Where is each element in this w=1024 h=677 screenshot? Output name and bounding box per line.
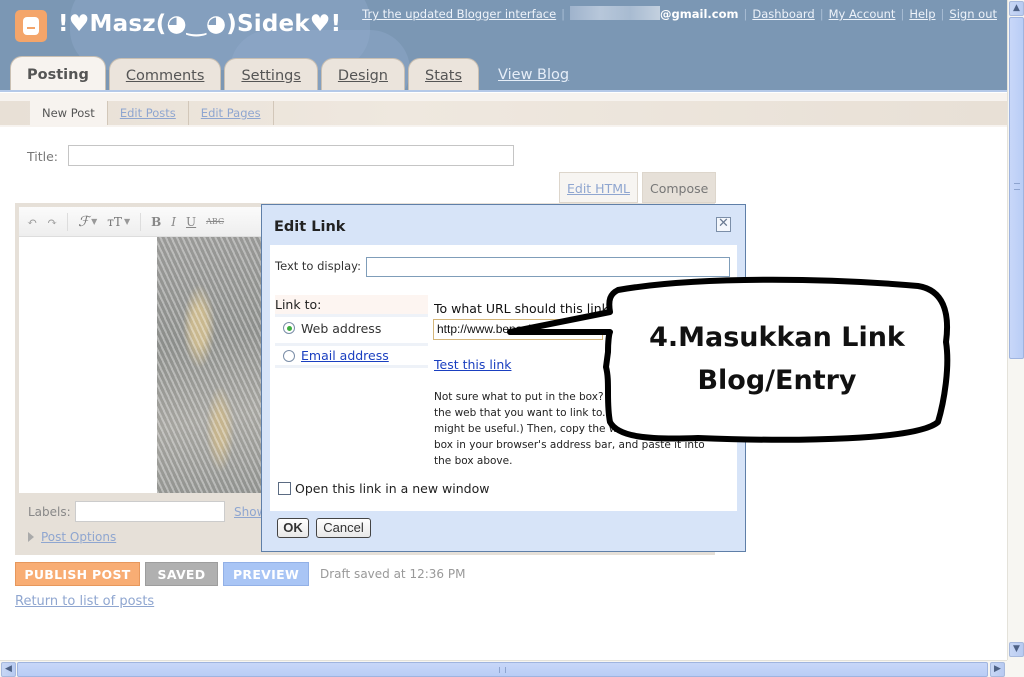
scroll-right-icon[interactable]: ▶ — [990, 662, 1005, 677]
editor-mode-tabs: Edit HTML Compose — [559, 172, 720, 203]
open-new-window-label[interactable]: Open this link in a new window — [295, 481, 489, 496]
return-to-posts-link[interactable]: Return to list of posts — [15, 594, 154, 609]
radio-unchecked-icon[interactable] — [283, 349, 295, 362]
edit-posts-link[interactable]: Edit Posts — [120, 106, 176, 120]
my-account-link[interactable]: My Account — [829, 7, 896, 21]
font-family-icon[interactable]: ℱ — [78, 214, 89, 230]
scroll-down-icon[interactable]: ▼ — [1009, 642, 1024, 657]
labels-label: Labels: — [28, 505, 71, 519]
compose-tab[interactable]: Compose — [641, 172, 717, 203]
scroll-up-icon[interactable]: ▲ — [1009, 1, 1024, 16]
subtab-new-post[interactable]: New Post — [30, 101, 108, 125]
tab-settings[interactable]: Settings — [224, 58, 318, 92]
tab-stats[interactable]: Stats — [408, 58, 480, 92]
strikethrough-icon[interactable]: ABC — [206, 217, 224, 226]
grip-icon — [1014, 183, 1020, 190]
open-new-window-option[interactable]: Open this link in a new window — [278, 481, 489, 496]
horizontal-scrollbar[interactable]: ◀ ▶ — [0, 660, 1007, 677]
test-this-link[interactable]: Test this link — [434, 357, 511, 372]
post-image[interactable] — [157, 237, 262, 493]
post-options-link[interactable]: Post Options — [41, 530, 116, 544]
font-size-icon[interactable]: тT — [107, 215, 122, 229]
vertical-scroll-thumb[interactable] — [1009, 17, 1024, 359]
cancel-button[interactable]: Cancel — [316, 518, 371, 538]
undo-icon[interactable]: ↶ — [27, 215, 37, 229]
redo-icon[interactable]: ↷ — [47, 215, 57, 229]
annotation-line-2: Blog/Entry — [697, 365, 857, 396]
labels-input[interactable] — [75, 501, 225, 522]
separator: | — [900, 7, 905, 21]
publish-post-button[interactable]: PUBLISH POST — [15, 562, 140, 586]
url-input[interactable]: http://www.benashaari.com/ — [433, 319, 603, 340]
annotation-text: 4.Masukkan Link Blog/Entry — [612, 316, 942, 402]
blogger-header: !♥Masz(◕‿◕)Sidek♥! Try the updated Blogg… — [0, 0, 1007, 92]
bold-icon[interactable]: B — [151, 215, 161, 229]
horizontal-scroll-thumb[interactable] — [17, 662, 988, 677]
close-icon[interactable]: ✕ — [716, 217, 731, 232]
blogger-logo-icon[interactable] — [15, 10, 47, 42]
sign-out-link[interactable]: Sign out — [949, 7, 997, 21]
separator: | — [561, 7, 566, 21]
radio-checked-icon[interactable] — [283, 322, 295, 334]
vertical-scrollbar[interactable]: ▲ ▼ — [1007, 0, 1024, 660]
checkbox-icon[interactable] — [278, 482, 291, 495]
underline-icon[interactable]: U — [186, 215, 196, 229]
post-options-toggle[interactable]: Post Options — [28, 530, 116, 544]
tab-comments[interactable]: Comments — [108, 58, 222, 92]
help-link[interactable]: Help — [909, 7, 935, 21]
separator: | — [940, 7, 945, 21]
draft-status: Draft saved at 12:36 PM — [320, 567, 466, 581]
italic-icon[interactable]: I — [171, 215, 176, 229]
dialog-title: Edit Link — [274, 219, 346, 235]
post-title-input[interactable] — [68, 145, 514, 166]
edit-pages-link[interactable]: Edit Pages — [201, 106, 261, 120]
subtab-edit-pages[interactable]: Edit Pages — [189, 101, 274, 125]
edit-html-tab[interactable]: Edit HTML — [559, 172, 638, 203]
preview-button[interactable]: PREVIEW — [223, 562, 309, 586]
blog-title: !♥Masz(◕‿◕)Sidek♥! — [58, 11, 342, 37]
title-label: Title: — [27, 149, 58, 164]
separator: | — [819, 7, 824, 21]
scroll-left-icon[interactable]: ◀ — [1, 662, 16, 677]
view-blog-link[interactable]: View Blog — [498, 58, 569, 92]
tab-posting[interactable]: Posting — [10, 56, 106, 92]
chevron-down-icon[interactable]: ▼ — [91, 217, 97, 226]
scrollbar-corner — [1007, 660, 1024, 677]
toolbar-separator — [140, 212, 142, 231]
account-links: Try the updated Blogger interface | @gmail… — [362, 6, 997, 21]
web-address-label[interactable]: Web address — [301, 321, 381, 336]
subtab-edit-posts[interactable]: Edit Posts — [108, 101, 189, 125]
try-updated-interface-link[interactable]: Try the updated Blogger interface — [362, 7, 556, 21]
link-to-label: Link to: — [275, 295, 428, 315]
text-to-display-input[interactable] — [366, 257, 730, 277]
tab-design[interactable]: Design — [320, 58, 405, 92]
toolbar-separator — [67, 212, 69, 231]
ok-button[interactable]: OK — [277, 518, 309, 538]
url-question-label: To what URL should this link go? — [434, 301, 609, 316]
subnav-bar: New Post Edit Posts Edit Pages — [0, 101, 1007, 125]
email-redacted — [570, 6, 661, 20]
expand-triangle-icon[interactable] — [28, 532, 34, 542]
web-address-option[interactable]: Web address — [275, 314, 428, 339]
email-address-link[interactable]: Email address — [301, 348, 389, 363]
annotation-line-1: 4.Masukkan Link — [649, 322, 905, 353]
main-tabs: Posting Comments Settings Design Stats V… — [10, 56, 569, 92]
browser-viewport: !♥Masz(◕‿◕)Sidek♥! Try the updated Blogg… — [0, 0, 1007, 660]
user-email: @gmail.com — [660, 7, 739, 21]
email-address-option[interactable]: Email address — [275, 343, 428, 368]
text-to-display-label: Text to display: — [275, 259, 361, 273]
grip-icon — [499, 667, 506, 673]
header-divider — [0, 90, 1007, 92]
chevron-down-icon[interactable]: ▼ — [124, 217, 130, 226]
saved-button[interactable]: SAVED — [145, 562, 218, 586]
subnav: New Post Edit Posts Edit Pages — [0, 93, 1007, 127]
dashboard-link[interactable]: Dashboard — [752, 7, 814, 21]
separator: | — [743, 7, 748, 21]
